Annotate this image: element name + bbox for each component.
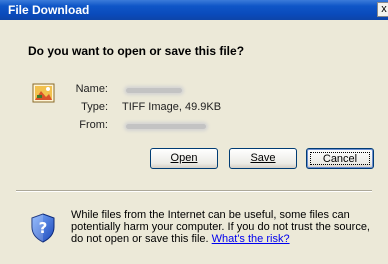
warning-message: While files from the Internet can be use… xyxy=(71,209,381,245)
from-value-redacted xyxy=(126,124,206,129)
save-button-label: Save xyxy=(250,152,276,164)
open-button[interactable]: Open xyxy=(150,148,218,169)
security-shield-icon: ? xyxy=(30,213,56,243)
open-button-label: Open xyxy=(170,152,198,164)
from-label: From: xyxy=(79,119,108,131)
file-download-dialog: File Download x Do you want to open or s… xyxy=(0,0,388,264)
cancel-button[interactable]: Cancel xyxy=(306,148,374,169)
cancel-button-label: Cancel xyxy=(310,152,370,165)
divider xyxy=(16,190,372,192)
close-button[interactable]: x xyxy=(377,2,388,17)
type-label: Type: xyxy=(81,101,108,113)
name-label: Name: xyxy=(75,83,108,95)
type-value: TIFF Image, 49.9KB xyxy=(122,101,222,113)
dialog-question: Do you want to open or save this file? xyxy=(28,44,245,58)
svg-text:?: ? xyxy=(39,219,48,237)
save-button[interactable]: Save xyxy=(229,148,297,169)
title-bar[interactable]: File Download x xyxy=(0,0,388,20)
dialog-title: File Download xyxy=(8,3,90,17)
file-name-value-redacted xyxy=(126,88,182,93)
whats-the-risk-link[interactable]: What's the risk? xyxy=(212,233,290,245)
